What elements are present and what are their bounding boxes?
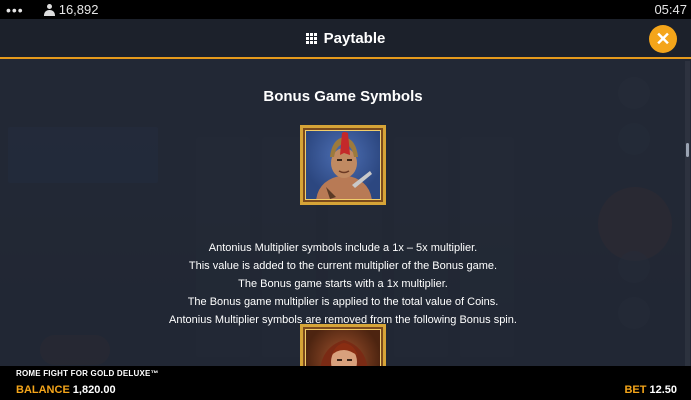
close-icon: ✕ <box>655 29 671 49</box>
paytable-overlay: Paytable ✕ Bonus Game Symbols Antonius M… <box>0 19 691 384</box>
bet-label: BET <box>624 384 647 396</box>
bet-display: BET 12.50 <box>624 384 677 396</box>
close-button[interactable]: ✕ <box>649 25 677 53</box>
paytable-title: Paytable <box>323 29 386 47</box>
person-icon <box>43 3 55 16</box>
gladiator-icon <box>316 132 372 199</box>
bet-value: 12.50 <box>649 384 677 396</box>
player-count-value: 16,892 <box>58 2 99 17</box>
balance-display: BALANCE 1,820.00 <box>16 384 116 396</box>
balance-label: BALANCE <box>16 384 70 396</box>
status-bar: ••• 16,892 05:47 <box>0 0 691 19</box>
player-count: 16,892 <box>43 2 99 17</box>
game-name: ROME FIGHT FOR GOLD DELUXE™ <box>16 369 159 378</box>
bottom-bar: ROME FIGHT FOR GOLD DELUXE™ BALANCE 1,820… <box>0 366 691 400</box>
menu-dots-icon[interactable]: ••• <box>6 3 24 17</box>
antonius-multiplier-symbol <box>300 125 386 205</box>
scrollbar-thumb[interactable] <box>686 143 689 157</box>
description-line: This value is added to the current multi… <box>188 260 498 272</box>
description-line: The Bonus game starts with a 1x multipli… <box>238 278 448 290</box>
description-line: The Bonus game multiplier is applied to … <box>187 296 499 308</box>
balance-value: 1,820.00 <box>72 384 116 396</box>
grid-icon <box>305 32 317 44</box>
description-line: Antonius Multiplier symbols include a 1x… <box>208 242 478 254</box>
paytable-header: Paytable ✕ <box>0 19 691 59</box>
section-title: Bonus Game Symbols <box>263 88 423 105</box>
description: Antonius Multiplier symbols include a 1x… <box>0 239 686 329</box>
clock: 05:47 <box>654 2 687 17</box>
